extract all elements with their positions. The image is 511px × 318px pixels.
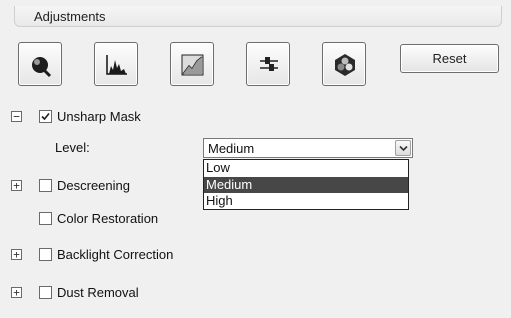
unsharp-mask-checkbox[interactable]	[39, 110, 52, 123]
color-palette-icon	[335, 54, 355, 76]
level-select[interactable]: Medium	[203, 138, 413, 158]
color-restoration-checkbox[interactable]	[39, 212, 52, 225]
expand-backlight-correction-button[interactable]: +	[11, 249, 22, 260]
dust-removal-label: Dust Removal	[57, 285, 139, 300]
descreening-label: Descreening	[57, 178, 130, 193]
adjustments-group-header: Adjustments	[14, 6, 502, 27]
unsharp-mask-label: Unsharp Mask	[57, 109, 141, 124]
level-option-low[interactable]: Low	[204, 160, 408, 176]
level-select-value: Medium	[208, 141, 255, 156]
histogram-icon	[106, 55, 127, 75]
histogram-button[interactable]	[94, 42, 138, 86]
level-option-medium[interactable]: Medium	[204, 177, 408, 193]
expand-descreening-button[interactable]: +	[11, 180, 22, 191]
expand-dust-removal-button[interactable]: +	[11, 287, 22, 298]
adjustments-title: Adjustments	[34, 9, 106, 24]
dust-removal-checkbox[interactable]	[39, 286, 52, 299]
image-adjustment-sliders-icon	[260, 57, 278, 71]
color-palette-button[interactable]	[322, 42, 366, 86]
backlight-correction-label: Backlight Correction	[57, 247, 174, 262]
reset-button[interactable]: Reset	[400, 44, 499, 73]
color-restoration-label: Color Restoration	[57, 211, 159, 226]
chevron-down-icon	[399, 145, 408, 152]
descreening-checkbox[interactable]	[39, 179, 52, 192]
auto-exposure-icon	[32, 57, 52, 78]
level-option-high[interactable]: High	[204, 193, 408, 209]
backlight-correction-checkbox[interactable]	[39, 248, 52, 261]
level-dropdown-list: Low Medium High	[203, 159, 409, 210]
auto-exposure-button[interactable]	[18, 42, 62, 86]
checkmark-icon	[41, 112, 50, 121]
collapse-unsharp-mask-button[interactable]: −	[11, 111, 22, 122]
image-adjustment-button[interactable]	[246, 42, 290, 86]
level-label: Level:	[55, 140, 90, 155]
tone-curve-icon	[181, 54, 204, 76]
dropdown-arrow-button[interactable]	[395, 140, 411, 156]
tone-curve-button[interactable]	[170, 42, 214, 86]
